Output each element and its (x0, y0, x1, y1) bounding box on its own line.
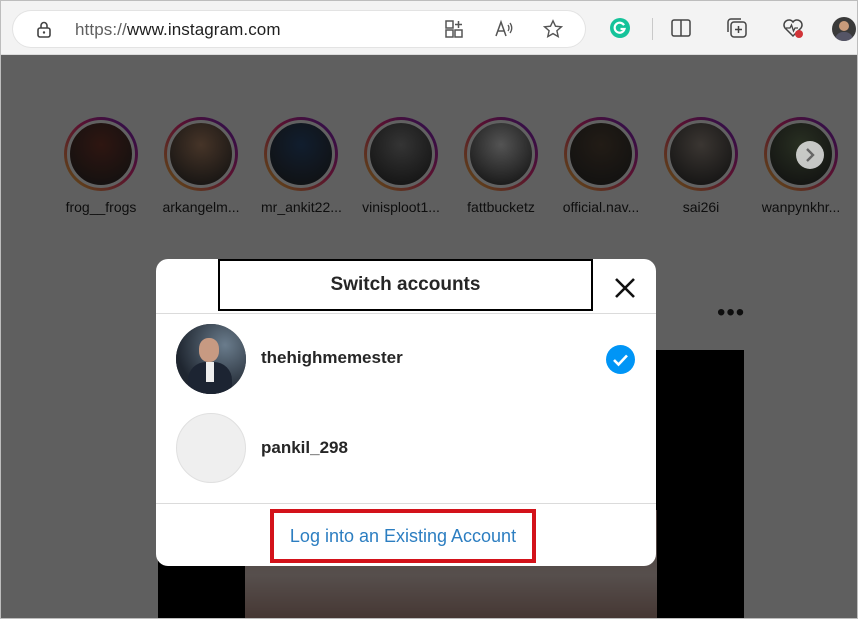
profile-avatar[interactable] (832, 17, 856, 41)
dialog-divider (156, 503, 656, 504)
account-row-thehighmemester[interactable]: thehighmemester (156, 315, 656, 405)
split-screen-icon[interactable] (670, 17, 692, 39)
highlight-box: Log into an Existing Account (270, 509, 536, 563)
avatar (176, 324, 246, 394)
close-icon[interactable] (610, 273, 640, 303)
collections-icon[interactable] (726, 17, 748, 39)
account-username: thehighmemester (261, 348, 403, 367)
browser-toolbar: https://www.instagram.com (1, 1, 857, 55)
switch-accounts-dialog: Switch accounts thehighmemester pankil_2… (156, 259, 656, 566)
avatar-placeholder (176, 413, 246, 483)
url-host: www.instagram.com (126, 20, 281, 39)
browser-essentials-icon[interactable] (782, 17, 804, 39)
log-into-existing-account-link[interactable]: Log into an Existing Account (290, 526, 516, 547)
url-text[interactable]: https://www.instagram.com (75, 20, 281, 40)
account-row-pankil_298[interactable]: pankil_298 (156, 405, 656, 495)
dialog-header: Switch accounts (156, 259, 656, 314)
read-aloud-icon[interactable] (494, 19, 514, 39)
address-bar[interactable]: https://www.instagram.com (13, 11, 585, 47)
lock-icon[interactable] (35, 20, 53, 38)
chevron-right-icon (806, 148, 815, 162)
browser-window: https://www.instagram.com Switch account… (0, 0, 858, 619)
account-username: pankil_298 (261, 438, 348, 457)
url-protocol: https:// (75, 20, 127, 39)
dialog-title: Switch accounts (218, 259, 593, 311)
toolbar-divider (652, 18, 653, 40)
stories-next-button[interactable] (796, 141, 824, 169)
app-available-icon[interactable] (444, 19, 464, 39)
grammarly-icon[interactable] (609, 17, 631, 39)
favorite-star-icon[interactable] (543, 19, 563, 39)
checkmark-icon (606, 345, 635, 374)
